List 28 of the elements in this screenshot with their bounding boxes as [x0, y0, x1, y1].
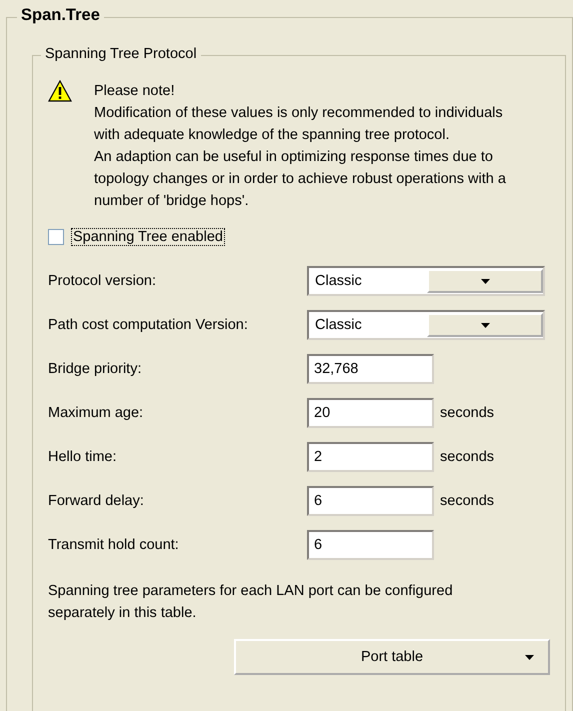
port-table-button[interactable]: Port table: [234, 639, 550, 675]
input-field[interactable]: 6: [307, 530, 434, 560]
field-label: Bridge priority:: [48, 361, 142, 377]
input-field[interactable]: 6: [307, 486, 434, 516]
dropdown[interactable]: Classic: [307, 266, 545, 296]
field-label: Hello time:: [48, 449, 118, 465]
caret-icon: [525, 655, 534, 660]
input-field[interactable]: 2: [307, 442, 434, 472]
input-field[interactable]: 32,768: [307, 354, 434, 384]
warning-icon: [48, 80, 72, 102]
field-label: Transmit hold count:: [48, 537, 180, 553]
field-label: Forward delay:: [48, 493, 145, 509]
field-label: Maximum age:: [48, 405, 144, 421]
unit-label: seconds: [440, 493, 494, 509]
dropdown[interactable]: Classic: [307, 310, 545, 340]
checkbox[interactable]: [48, 229, 64, 245]
warning-text: Please note! Modification of these values is only recommended to individuals with adequate knowledge of the spanning tree protocol. An adaption can be useful in optimizing response times due to topology changes or in order to achieve robust operations with a number of 'bridge hops'.: [94, 82, 507, 211]
checkbox-label[interactable]: Spanning Tree enabled: [71, 228, 225, 246]
port-table-hint: Spanning tree parameters for each LAN port can be configured separately in this table.: [48, 582, 454, 623]
dropdown-arrow-icon: [480, 322, 490, 328]
unit-label: seconds: [440, 405, 494, 421]
input-field[interactable]: 20: [307, 398, 434, 428]
unit-label: seconds: [440, 449, 494, 465]
field-label: Protocol version:: [48, 273, 157, 289]
group-title: Spanning Tree Protocol: [41, 46, 201, 62]
section-title: Span.Tree: [17, 6, 104, 25]
field-label: Path cost computation Version:: [48, 317, 249, 333]
dropdown-arrow-icon: [480, 278, 490, 284]
